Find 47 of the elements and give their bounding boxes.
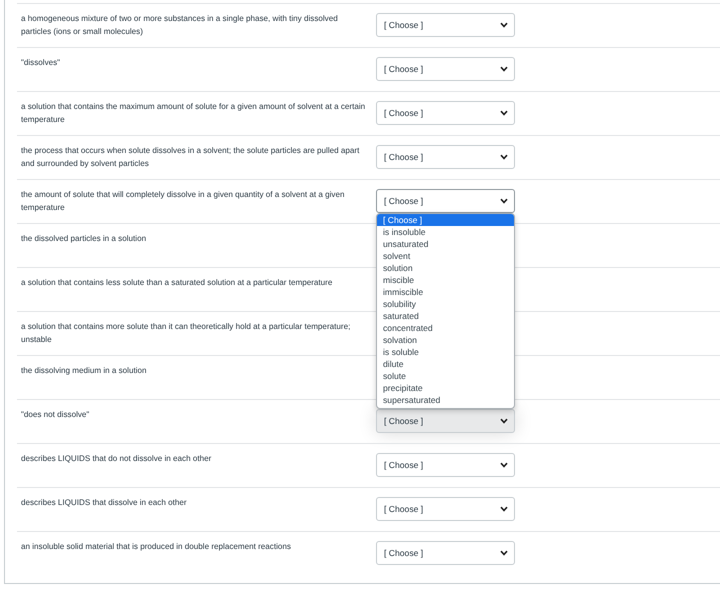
question-text: a solution that contains the maximum amount of solute for a given amount of solvent at a certain temperature [20, 101, 366, 126]
dropdown-option[interactable]: [ Choose ] [377, 214, 514, 226]
question-text: the amount of solute that will completely dissolve in a given quantity of a solvent at a given temperature [20, 189, 346, 214]
dropdown-option[interactable]: immiscible [377, 286, 514, 298]
answer-dropdown[interactable]: [ Choose ] [376, 13, 515, 37]
answer-dropdown[interactable]: [ Choose ] [376, 57, 515, 81]
answer-dropdown[interactable]: [ Choose ] [376, 453, 515, 477]
question-text: "does not dissolve" [20, 409, 90, 421]
chevron-down-icon [500, 22, 508, 28]
dropdown-option[interactable]: dilute [377, 358, 514, 370]
chevron-down-icon [500, 418, 508, 424]
answer-dropdown[interactable]: [ Choose ] [376, 145, 515, 169]
answer-dropdown[interactable]: [ Choose ] [376, 101, 515, 125]
answer-dropdown[interactable]: [ Choose ] [376, 497, 515, 521]
dropdown-option[interactable]: solution [377, 262, 514, 274]
question-text: a homogeneous mixture of two or more substances in a single phase, with tiny dissolved particles (ions or small molecules) [20, 13, 339, 38]
dropdown-option[interactable]: solubility [377, 298, 514, 310]
dropdown-option[interactable]: saturated [377, 310, 514, 322]
question-text: the dissolved particles in a solution [20, 233, 148, 245]
question-text: a solution that contains less solute than a saturated solution at a particular temperature [20, 277, 334, 289]
dropdown-option[interactable]: precipitate [377, 382, 514, 394]
dropdown-option[interactable]: solvation [377, 334, 514, 346]
dropdown-option[interactable]: unsaturated [377, 238, 514, 250]
chevron-down-icon [500, 66, 508, 72]
dropdown-option[interactable]: solvent [377, 250, 514, 262]
chevron-down-icon [500, 198, 508, 204]
question-text: describes LIQUIDS that dissolve in each other [20, 497, 188, 509]
question-text: a solution that contains more solute than it can theoretically hold at a particular temperature; unstable [20, 321, 352, 346]
dropdown-option[interactable]: miscible [377, 274, 514, 286]
answer-dropdown[interactable]: [ Choose ] [376, 541, 515, 565]
question-text: describes LIQUIDS that do not dissolve in each other [20, 453, 212, 465]
dropdown-option[interactable]: supersaturated [377, 394, 514, 406]
dropdown-option[interactable]: is soluble [377, 346, 514, 358]
question-text: "dissolves" [20, 57, 62, 69]
chevron-down-icon [500, 550, 508, 556]
chevron-down-icon [500, 154, 508, 160]
dropdown-option[interactable]: solute [377, 370, 514, 382]
dropdown-option[interactable]: is insoluble [377, 226, 514, 238]
chevron-down-icon [500, 110, 508, 116]
chevron-down-icon [500, 462, 508, 468]
answer-dropdown[interactable]: [ Choose ] [376, 189, 515, 213]
question-text: the process that occurs when solute dissolves in a solvent; the solute particles are pulled apart and surrounded by solvent particles [20, 145, 360, 170]
answer-dropdown[interactable]: [ Choose ] [376, 409, 515, 433]
dropdown-option[interactable]: concentrated [377, 322, 514, 334]
chevron-down-icon [500, 506, 508, 512]
question-text: an insoluble solid material that is produced in double replacement reactions [20, 541, 292, 553]
question-text: the dissolving medium in a solution [20, 365, 148, 377]
